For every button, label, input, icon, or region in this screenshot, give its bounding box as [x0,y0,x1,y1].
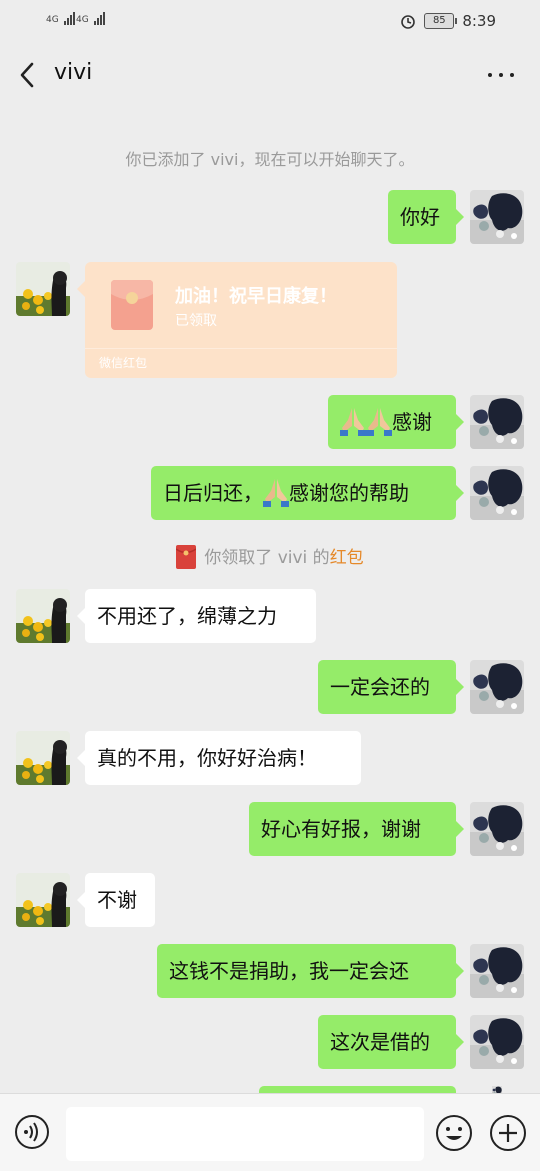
divider [85,348,397,349]
notice-text: 你领取了 vivi 的 [204,548,330,568]
message-text: 日后归还， [163,481,263,505]
red-packet-link[interactable]: 红包 [330,548,364,568]
plus-icon[interactable] [489,1114,527,1152]
network-type-label: 4G [46,15,59,25]
avatar-me[interactable] [470,395,524,449]
input-bar [0,1093,540,1171]
voice-icon[interactable] [14,1114,50,1150]
avatar-vivi[interactable] [16,873,70,927]
avatar-me[interactable] [470,660,524,714]
pray-emoji-icon [263,477,289,507]
message-bubble-outgoing[interactable]: 这钱不是捐助，我一定会还 [157,944,464,998]
message-bubble-outgoing[interactable]: 一定会还的 [318,660,464,714]
message-bubble-outgoing[interactable]: 日后归还， 感谢您的帮助 [151,466,464,520]
red-packet-footer: 微信红包 [99,356,148,370]
red-packet-card[interactable]: 加油！祝早日康复！ 已领取 微信红包 [77,262,397,378]
system-message: 你已添加了 vivi，现在可以开始聊天了。 [125,150,415,169]
avatar-vivi[interactable] [16,731,70,785]
battery-level: 85 [432,15,446,26]
red-packet-icon [111,280,153,330]
message-text: 感谢 [392,410,432,434]
signal-icon: 4G [46,12,76,25]
message-input[interactable] [66,1107,424,1161]
more-dots-icon[interactable] [486,64,516,84]
message-bubble-incoming[interactable]: 不谢 [77,873,155,927]
message-bubble-incoming[interactable]: 真的不用，你好好治病！ [77,731,361,785]
red-packet-notice: 你领取了 vivi 的红包 [0,543,540,569]
avatar-me[interactable] [470,802,524,856]
avatar-me[interactable] [470,944,524,998]
avatar-me[interactable] [470,1015,524,1069]
red-packet-title: 加油！祝早日康复！ [175,286,337,307]
clock: 8:39 [462,12,496,30]
chat-header: vivi [0,42,540,108]
alarm-icon [401,15,416,29]
chat-title: vivi [54,60,93,85]
pray-emoji-icon [340,406,366,436]
avatar-me[interactable] [470,190,524,244]
message-text: 感谢您的帮助 [289,481,409,505]
message-bubble-outgoing[interactable]: 好心有好报，谢谢 [249,802,464,856]
signal-icon: 4G [76,12,106,25]
red-packet-status: 已领取 [175,313,217,329]
emoji-icon[interactable] [435,1114,473,1152]
avatar-vivi[interactable] [16,262,70,316]
battery-icon: 85 [424,13,458,29]
message-bubble-incoming[interactable]: 不用还了，绵薄之力 [77,589,316,643]
message-bubble-outgoing[interactable]: 你好 [388,190,464,244]
chevron-left-icon[interactable] [14,60,44,90]
red-packet-small-icon [176,544,197,569]
network-type-label: 4G [76,15,89,25]
status-bar: 4G 4G 85 8:39 [0,0,540,42]
avatar-me[interactable] [470,466,524,520]
avatar-vivi[interactable] [16,589,70,643]
pray-emoji-icon [366,406,392,436]
message-bubble-outgoing[interactable]: 这次是借的 [318,1015,464,1069]
message-bubble-outgoing[interactable]: 感谢 [328,395,464,449]
